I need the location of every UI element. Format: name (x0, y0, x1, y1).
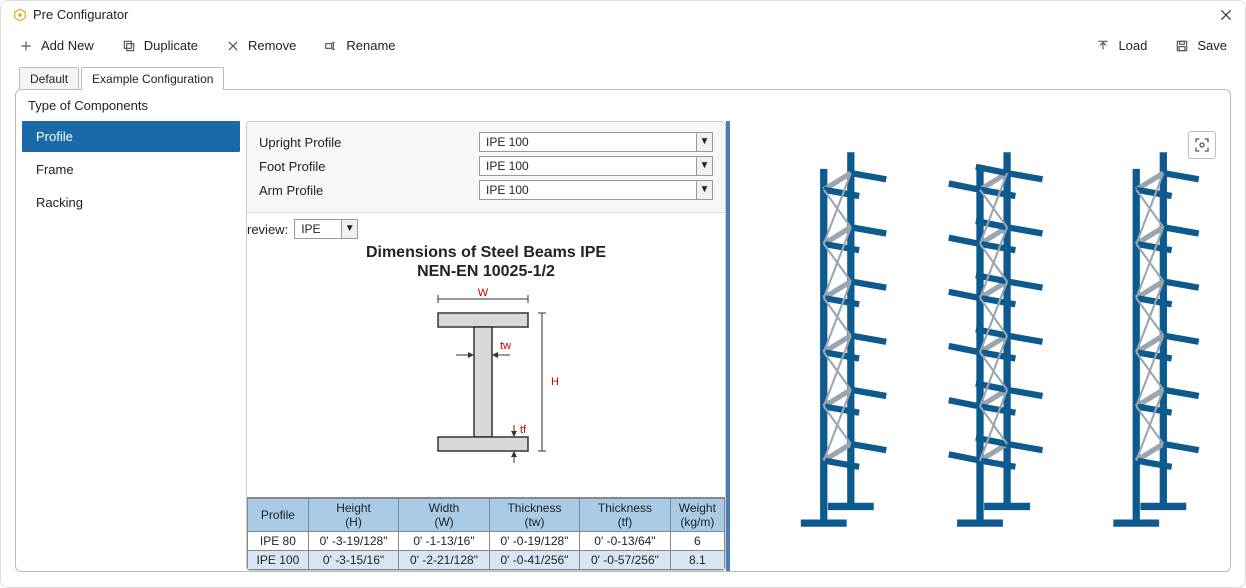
table-cell: IPE 100 (248, 551, 309, 570)
foot-profile-row: Foot Profile IPE 100 ▼ (259, 156, 713, 176)
preview-3d[interactable] (726, 121, 1230, 571)
sidebar-item-frame[interactable]: Frame (22, 154, 240, 185)
chevron-down-icon: ▼ (696, 181, 712, 199)
table-cell: 0' -0-13/64" (580, 532, 670, 551)
table-header[interactable]: Height(H) (308, 499, 398, 532)
window-title: Pre Configurator (33, 7, 128, 22)
table-header[interactable]: Thickness(tf) (580, 499, 670, 532)
table-cell: IPE 80 (248, 532, 309, 551)
arm-profile-label: Arm Profile (259, 183, 479, 198)
section-header: Type of Components (16, 90, 1230, 121)
close-icon[interactable] (1219, 8, 1233, 22)
upright-profile-row: Upright Profile IPE 100 ▼ (259, 132, 713, 152)
label-tf: tf (520, 424, 527, 436)
load-label: Load (1118, 38, 1147, 53)
tab-example-configuration[interactable]: Example Configuration (81, 67, 224, 90)
review-value: IPE (295, 222, 341, 236)
table-header[interactable]: Width(W) (399, 499, 489, 532)
table-cell: 0' -0-57/256" (580, 551, 670, 570)
review-label: review: (247, 222, 288, 237)
arm-profile-value: IPE 100 (480, 183, 696, 197)
beam-diagram: W H tw (396, 285, 576, 467)
focus-icon (1194, 137, 1210, 153)
remove-label: Remove (248, 38, 296, 53)
duplicate-button[interactable]: Duplicate (120, 34, 200, 57)
duplicate-icon (122, 39, 136, 53)
remove-button[interactable]: Remove (224, 34, 298, 57)
table-row[interactable]: IPE 800' -3-19/128"0' -1-13/16"0' -0-19/… (248, 532, 725, 551)
load-button[interactable]: Load (1094, 34, 1149, 57)
tab-default[interactable]: Default (19, 67, 79, 90)
diagram-area: Dimensions of Steel Beams IPE NEN-EN 100… (247, 239, 725, 497)
review-row: review: IPE ▼ (247, 213, 725, 239)
foot-profile-label: Foot Profile (259, 159, 479, 174)
toolbar: Add New Duplicate Remove Rename Load Sav… (1, 28, 1245, 67)
fit-view-button[interactable] (1188, 131, 1216, 159)
plus-icon (19, 39, 33, 53)
label-h: H (551, 376, 559, 388)
table-cell: 0' -0-41/256" (489, 551, 579, 570)
dimensions-table: ProfileHeight(H)Width(W)Thickness(tw)Thi… (247, 498, 725, 570)
sidebar-item-racking[interactable]: Racking (22, 187, 240, 218)
add-new-button[interactable]: Add New (17, 34, 96, 57)
chevron-down-icon: ▼ (696, 157, 712, 175)
table-header[interactable]: Thickness(tw) (489, 499, 579, 532)
table-cell: 0' -3-15/16" (308, 551, 398, 570)
rename-button[interactable]: Rename (322, 34, 397, 57)
foot-profile-value: IPE 100 (480, 159, 696, 173)
remove-icon (226, 39, 240, 53)
table-cell: 0' -1-13/16" (399, 532, 489, 551)
save-button[interactable]: Save (1173, 34, 1229, 57)
tab-bar: Default Example Configuration (1, 67, 1245, 90)
titlebar: Pre Configurator (1, 1, 1245, 28)
table-cell: 0' -2-21/128" (399, 551, 489, 570)
upload-icon (1096, 39, 1110, 53)
app-window: Pre Configurator Add New Duplicate Remov… (0, 0, 1246, 588)
label-w: W (478, 287, 489, 299)
review-select[interactable]: IPE ▼ (294, 219, 358, 239)
titlebar-left: Pre Configurator (13, 7, 128, 22)
profile-form-panel: Upright Profile IPE 100 ▼ Foot Profile I… (246, 121, 726, 571)
save-label: Save (1197, 38, 1227, 53)
component-type-sidebar: Profile Frame Racking (16, 121, 246, 571)
save-icon (1175, 39, 1189, 53)
upright-profile-label: Upright Profile (259, 135, 479, 150)
main-area: Upright Profile IPE 100 ▼ Foot Profile I… (246, 121, 1230, 571)
table-cell: 8.1 (670, 551, 724, 570)
chevron-down-icon: ▼ (696, 133, 712, 151)
label-tw: tw (500, 340, 511, 352)
arm-profile-row: Arm Profile IPE 100 ▼ (259, 180, 713, 200)
arm-profile-select[interactable]: IPE 100 ▼ (479, 180, 713, 200)
table-header[interactable]: Profile (248, 499, 309, 532)
table-cell: 0' -0-19/128" (489, 532, 579, 551)
table-header[interactable]: Weight(kg/m) (670, 499, 724, 532)
app-icon (13, 8, 27, 22)
chevron-down-icon: ▼ (341, 220, 357, 238)
body: Profile Frame Racking Upright Profile IP… (16, 121, 1230, 571)
duplicate-label: Duplicate (144, 38, 198, 53)
upright-profile-value: IPE 100 (480, 135, 696, 149)
content-frame: Type of Components Profile Frame Racking… (15, 89, 1231, 572)
table-row[interactable]: IPE 1000' -3-15/16"0' -2-21/128"0' -0-41… (248, 551, 725, 570)
dimensions-table-wrap: ProfileHeight(H)Width(W)Thickness(tw)Thi… (247, 497, 725, 570)
rename-label: Rename (346, 38, 395, 53)
profile-form-top: Upright Profile IPE 100 ▼ Foot Profile I… (247, 122, 725, 213)
rack-illustration (730, 121, 1230, 571)
add-new-label: Add New (41, 38, 94, 53)
sidebar-item-profile[interactable]: Profile (22, 121, 240, 152)
diagram-title: Dimensions of Steel Beams IPE NEN-EN 100… (366, 243, 606, 281)
table-cell: 6 (670, 532, 724, 551)
rename-icon (324, 39, 338, 53)
upright-profile-select[interactable]: IPE 100 ▼ (479, 132, 713, 152)
table-cell: 0' -3-19/128" (308, 532, 398, 551)
foot-profile-select[interactable]: IPE 100 ▼ (479, 156, 713, 176)
